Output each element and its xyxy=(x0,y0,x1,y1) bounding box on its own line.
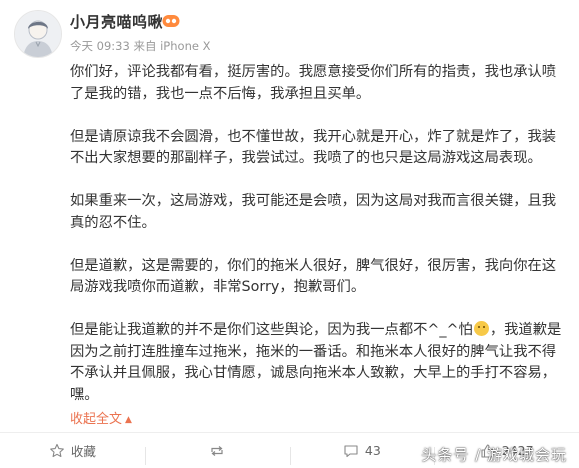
star-icon xyxy=(50,443,64,457)
post-paragraph-4: 但是道歉，这是需要的，你们的拖米人很好，脾气很好，很厉害，我向你在这局游戏我喷你… xyxy=(70,257,557,296)
post-paragraph-1: 你们好，评论我都有看，挺厉害的。我愿意接受你们所有的指责，我也承认喷了是我的错，… xyxy=(70,64,557,102)
avatar-image xyxy=(15,11,61,57)
post-paragraph-5-part-1: 但是能让我道歉的并不是你们这些舆论，因为我一点都不^_^怕 xyxy=(70,322,473,338)
vip-badge-icon[interactable] xyxy=(162,13,180,29)
post-paragraph-3: 如果重来一次，这局游戏，我可能还是会喷，因为这局对我而言很关键，且我真的忍不住。 xyxy=(70,193,557,231)
repost-button[interactable] xyxy=(144,443,290,465)
collapse-label: 收起全文 xyxy=(70,412,123,427)
favorite-button[interactable]: 收藏 xyxy=(0,441,145,460)
username[interactable]: 小月亮喵呜啾 xyxy=(70,11,163,32)
post-source: 来自 iPhone X xyxy=(133,39,211,53)
comment-icon xyxy=(344,444,358,457)
post-time: 今天 09:33 xyxy=(70,39,130,53)
post-paragraph-2: 但是请原谅我不会圆滑，也不懂世故，我开心就是开心，炸了就是炸了，我装不出大家想要… xyxy=(70,128,557,167)
post-meta: 今天 09:33 来自 iPhone X xyxy=(70,38,210,54)
chevron-up-icon: ▲ xyxy=(125,415,132,425)
repost-icon xyxy=(211,445,223,456)
blush-emoji-icon xyxy=(473,321,489,336)
favorite-label: 收藏 xyxy=(70,444,96,459)
comment-button[interactable]: 43 xyxy=(289,443,435,465)
avatar[interactable] xyxy=(14,10,62,58)
collapse-full-text-link[interactable]: 收起全文 ▲ xyxy=(70,408,132,427)
comment-count: 43 xyxy=(364,443,381,458)
post-paragraph-5: 但是能让我道歉的并不是你们这些舆论，因为我一点都不^_^怕 ，我道歉是因为之前打连… xyxy=(70,320,570,406)
post-body: 你们好，评论我都有看，挺厉害的。我愿意接受你们所有的指责，我也承认喷了是我的错，… xyxy=(70,62,570,406)
watermark: 头条号 / 游戏城会玩 xyxy=(421,446,567,464)
